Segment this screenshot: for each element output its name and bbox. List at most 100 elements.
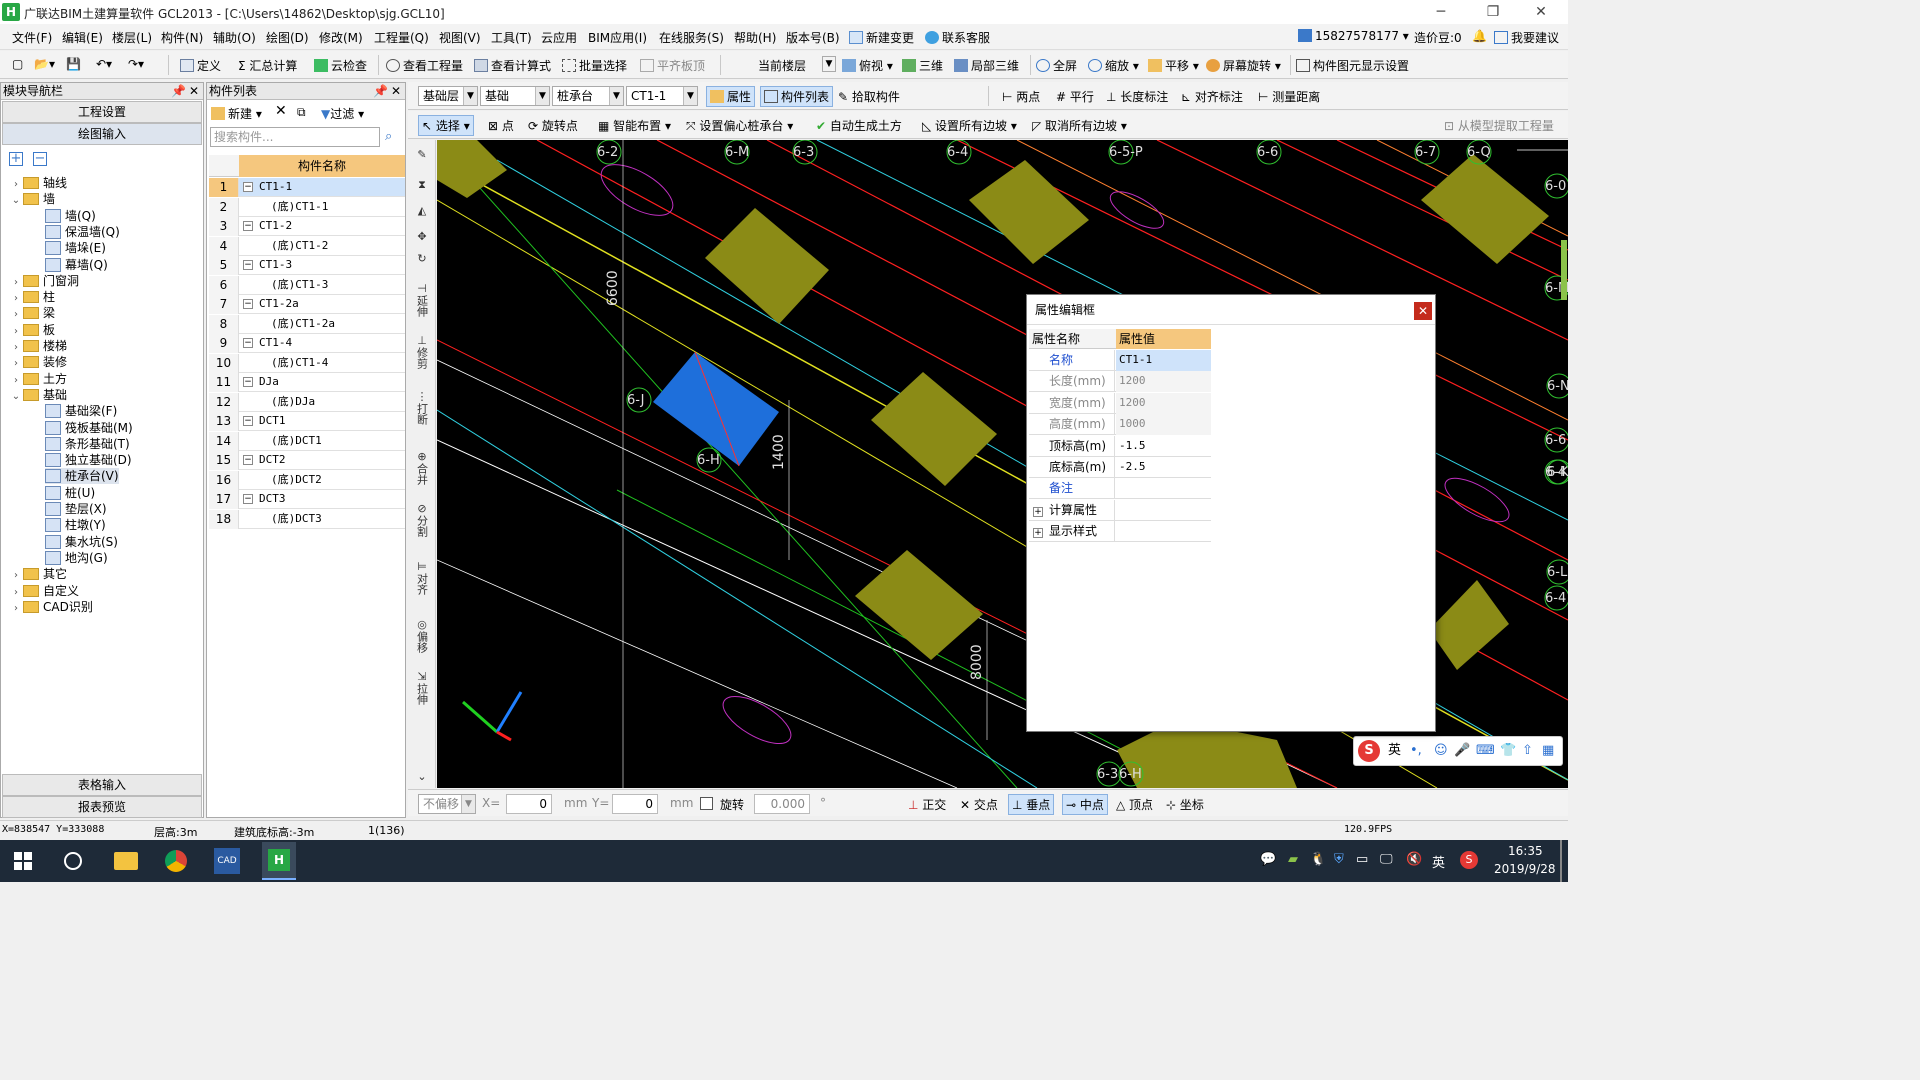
zoom-button[interactable]: 缩放 ▾ xyxy=(1088,57,1139,74)
component-type-select[interactable]: 桩承台 ▼ xyxy=(552,86,624,106)
table-row[interactable]: 14 (底)DCT1 xyxy=(209,431,405,451)
pen-icon[interactable]: ✎ xyxy=(414,148,430,161)
undo-icon[interactable]: ↶▾ xyxy=(96,57,112,71)
ime-taskbar-label[interactable]: 英 xyxy=(1432,852,1445,871)
collapse-icon[interactable]: ⌄ xyxy=(11,193,21,209)
tree-item[interactable]: › 板 xyxy=(11,322,55,338)
table-row[interactable]: 2 (底)CT1-1 xyxy=(209,197,405,217)
y-input[interactable]: 0 xyxy=(612,794,658,814)
screen-rotate-button[interactable]: 屏幕旋转 ▾ xyxy=(1206,57,1281,74)
property-row[interactable]: + 计算属性 xyxy=(1029,499,1211,521)
collapse-icon[interactable]: − xyxy=(243,260,253,270)
tree-item[interactable]: › 梁 xyxy=(11,305,55,321)
trim-tool[interactable]: ⊥ 修剪 xyxy=(414,334,430,372)
collapse-all-icon[interactable]: − xyxy=(33,152,47,166)
mirror2-icon[interactable]: ◭ xyxy=(414,204,430,217)
define-button[interactable]: 定义 xyxy=(180,57,221,74)
floor-select[interactable]: 基础 ▼ xyxy=(480,86,550,106)
move-icon[interactable]: ✥ xyxy=(414,230,430,243)
property-row[interactable]: 宽度(mm) 1200 xyxy=(1029,392,1211,414)
tree-item[interactable]: 条形基础(T) xyxy=(45,436,130,452)
draw-input-button[interactable]: 绘图输入 xyxy=(2,123,202,145)
menu-cloud[interactable]: 云应用 xyxy=(541,29,577,46)
menu-view[interactable]: 视图(V) xyxy=(439,29,481,46)
canvas-scrollbar[interactable] xyxy=(1561,240,1567,300)
menu-floor[interactable]: 楼层(L) xyxy=(112,29,152,46)
table-row[interactable]: 8 (底)CT1-2a xyxy=(209,314,405,334)
tree-item[interactable]: 保温墙(Q) xyxy=(45,224,120,240)
tree-item[interactable]: › CAD识别 xyxy=(11,599,93,615)
local-3d-button[interactable]: 局部三维 xyxy=(954,57,1019,74)
table-row[interactable]: 1− CT1-1 xyxy=(209,178,405,197)
floor-dropdown-arrow[interactable]: ▼ xyxy=(822,56,836,72)
extend-tool[interactable]: ⊣ 延伸 xyxy=(414,282,430,320)
qq-icon[interactable]: 🐧 xyxy=(1310,852,1326,867)
property-value[interactable]: 1000 xyxy=(1116,414,1211,436)
top-view-button[interactable]: 俯视 ▾ xyxy=(842,57,893,74)
restore-button[interactable]: ❐ xyxy=(1475,2,1511,22)
property-value[interactable]: -1.5 xyxy=(1116,436,1211,457)
ortho-snap-button[interactable]: ⊥ 正交 xyxy=(908,796,946,813)
scroll-down-icon[interactable]: ⌄ xyxy=(414,770,430,783)
tree-item[interactable]: 筏板基础(M) xyxy=(45,420,133,436)
tree-item[interactable]: › 楼梯 xyxy=(11,338,67,354)
table-row[interactable]: 15− DCT2 xyxy=(209,451,405,470)
tree-item[interactable]: 独立基础(D) xyxy=(45,452,132,468)
tree-item[interactable]: ⌄ 基础 xyxy=(11,387,67,403)
split-tool[interactable]: ⊘ 分割 xyxy=(414,502,430,540)
floor-type-select[interactable]: 基础层 ▼ xyxy=(418,86,478,106)
menu-help[interactable]: 帮助(H) xyxy=(734,29,776,46)
menu-edit[interactable]: 编辑(E) xyxy=(62,29,103,46)
pin-icon[interactable]: 📌 xyxy=(171,83,186,99)
stretch-tool[interactable]: ⇲ 拉伸 xyxy=(414,670,430,708)
sogou-tray-icon[interactable]: S xyxy=(1460,851,1478,869)
view-formula-button[interactable]: 查看计算式 xyxy=(474,57,551,74)
property-value[interactable] xyxy=(1116,478,1211,499)
tree-item[interactable]: 柱墩(Y) xyxy=(45,517,106,533)
close-icon[interactable]: ✕ xyxy=(189,83,199,99)
windows-start-icon[interactable] xyxy=(14,852,32,870)
tree-item[interactable]: 墙(Q) xyxy=(45,208,96,224)
table-row[interactable]: 9− CT1-4 xyxy=(209,334,405,353)
view-quantity-button[interactable]: 查看工程量 xyxy=(386,57,463,74)
table-row[interactable]: 13− DCT1 xyxy=(209,412,405,431)
property-row[interactable]: 备注 xyxy=(1029,478,1211,500)
search-input[interactable]: 搜索构件... xyxy=(210,127,380,147)
select-button[interactable]: ↖ 选择 ▾ xyxy=(418,115,474,136)
table-row[interactable]: 11− DJa xyxy=(209,373,405,392)
collapse-icon[interactable]: − xyxy=(243,221,253,231)
perpendicular-snap-button[interactable]: ⊥ 垂点 xyxy=(1008,794,1055,815)
property-value[interactable]: 1200 xyxy=(1116,371,1211,393)
tree-item[interactable]: 幕墙(Q) xyxy=(45,257,108,273)
tree-item[interactable]: 桩(U) xyxy=(45,485,95,501)
collapse-icon[interactable]: − xyxy=(243,416,253,426)
collapse-icon[interactable]: − xyxy=(243,182,253,192)
tree-item[interactable]: ⌄ 墙 xyxy=(11,191,55,207)
merge-tool[interactable]: ⊕ 合并 xyxy=(414,450,430,488)
tree-item[interactable]: 垫层(X) xyxy=(45,501,107,517)
copy-icon[interactable]: ⧉ xyxy=(297,105,306,120)
wechat-icon[interactable]: 💬 xyxy=(1260,852,1276,867)
property-row[interactable]: + 显示样式 xyxy=(1029,521,1211,543)
coordinate-snap-button[interactable]: ⊹ 坐标 xyxy=(1166,796,1204,813)
tree-item[interactable]: › 门窗洞 xyxy=(11,273,79,289)
tree-item[interactable]: 桩承台(V) xyxy=(45,468,119,485)
menu-component[interactable]: 构件(N) xyxy=(161,29,203,46)
fullscreen-button[interactable]: 全屏 xyxy=(1036,57,1077,74)
chrome-icon[interactable] xyxy=(165,850,187,872)
search-icon[interactable]: ⌕ xyxy=(385,129,392,144)
vertex-snap-button[interactable]: △ 顶点 xyxy=(1116,796,1153,813)
project-settings-button[interactable]: 工程设置 xyxy=(2,101,202,123)
redo-icon[interactable]: ↷▾ xyxy=(128,57,144,71)
shield-icon[interactable]: ⛨ xyxy=(1334,852,1344,867)
align-slab-top-button[interactable]: 平齐板顶 xyxy=(640,57,705,74)
new-component-button[interactable]: 新建 ▾ xyxy=(211,105,262,122)
table-row[interactable]: 7− CT1-2a xyxy=(209,295,405,314)
menu-draw[interactable]: 绘图(D) xyxy=(266,29,309,46)
smart-layout-button[interactable]: ▦ 智能布置 ▾ xyxy=(598,117,671,134)
collapse-icon[interactable]: − xyxy=(243,494,253,504)
clock-date[interactable]: 2019/9/28 xyxy=(1494,862,1556,876)
tree-item[interactable]: › 自定义 xyxy=(11,583,79,599)
property-row[interactable]: 长度(mm) 1200 xyxy=(1029,371,1211,393)
cancel-all-slopes-button[interactable]: ◸ 取消所有边坡 ▾ xyxy=(1032,117,1127,134)
